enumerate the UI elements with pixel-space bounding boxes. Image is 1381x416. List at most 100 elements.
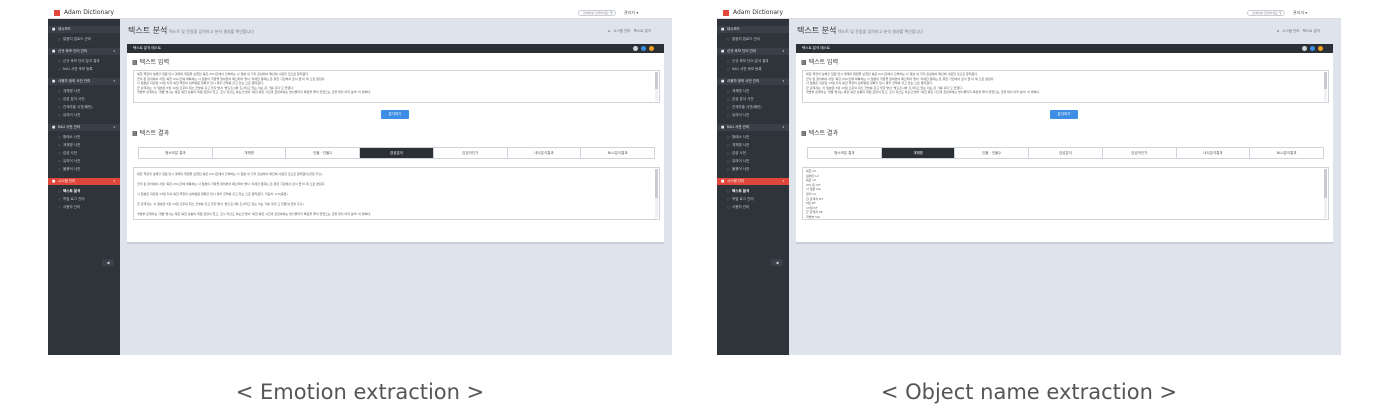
sidebar-section[interactable]: ■ NLU 사전 관리 ▾	[717, 124, 789, 131]
input-scrollbar[interactable]	[1324, 72, 1327, 101]
result-output-area[interactable]: 북한 LC 실체할 LC 북은 LC 23시간 QT 사 일본 OG 정치 LC 한 관계자…	[802, 167, 1329, 220]
sidebar-section[interactable]: ■ 대시보드	[48, 26, 120, 33]
sidebar-item[interactable]: ○ 유의어 사전	[717, 159, 789, 164]
sidebar-item[interactable]: ○ 사용자 관리	[48, 205, 120, 210]
result-text-line: 국방부 관계자는 '개발 명시는 북한 북한 상황의 최점 관련이 있고, 조사…	[137, 212, 372, 216]
breadcrumb-current: 텍스트 분석	[1302, 29, 1321, 33]
sidebar-section[interactable]: ■ NLU 사전 관리 ▾	[48, 124, 120, 131]
result-tab[interactable]: 감성어인가	[434, 148, 508, 158]
sidebar-item[interactable]: ○ 유의어 사전	[48, 159, 120, 164]
analyze-button[interactable]: 분석하기	[381, 110, 409, 119]
user-icon: ■	[52, 79, 56, 83]
sidebar-item[interactable]: ○ 개체명 사전	[717, 143, 789, 148]
result-output-area[interactable]: 북한 핵전의 실체할 임원 당시 경계의 위험을 보였던 북은 23시간에서 간…	[133, 167, 660, 220]
sidebar-item[interactable]: ○ 감성 분석 사전	[48, 97, 120, 102]
sidebar-item[interactable]: ○ 사용자 관리	[717, 205, 789, 210]
sidebar-item[interactable]: ○ 유의어 사전	[48, 113, 120, 118]
bullet-icon: ○	[58, 113, 61, 117]
sidebar-item-label: 감성 분석 사전	[63, 97, 85, 101]
sidebar-item[interactable]: ○ 말뭉치 업로드 관리	[48, 37, 120, 42]
home-icon[interactable]: ⌂	[1277, 29, 1279, 33]
sidebar-item-label: 개체명 사전	[63, 89, 81, 93]
text-input-area[interactable]: 북한 핵전의 실체할 임원 당시 경계의 위험을 보였던 북은 23시간에서 간…	[802, 70, 1329, 103]
breadcrumb-parent[interactable]: 시스템 관리	[1282, 29, 1299, 33]
result-tab[interactable]: 인물 · 인물수	[286, 148, 361, 158]
result-tab[interactable]: 내사분석결과	[508, 148, 582, 158]
close-icon[interactable]	[1318, 46, 1323, 51]
user-menu[interactable]: 관리자 ▾	[1293, 10, 1307, 16]
sidebar-item[interactable]: ○ 불용어 사전	[717, 167, 789, 172]
text-input-area[interactable]: 북한 핵전의 실체할 임원 당시 경계의 위험을 보였던 북은 23시간에서 간…	[133, 70, 660, 103]
sidebar-collapse-button[interactable]: ◀	[102, 259, 114, 266]
home-icon[interactable]: ⌂	[608, 29, 610, 33]
sidebar-item[interactable]: ○ 감성 사전	[717, 151, 789, 156]
sidebar-item[interactable]: ○ 유의어 사전	[717, 113, 789, 118]
bullet-icon: ○	[727, 113, 730, 117]
minimize-icon[interactable]	[1302, 46, 1307, 51]
result-tab[interactable]: NLU분석결과	[581, 148, 654, 158]
sidebar-item[interactable]: ○ 작업 로그 관리	[717, 197, 789, 202]
sidebar-item[interactable]: ○ NLU 사전 후보 등록	[717, 67, 789, 72]
result-text-line: 국방부 OG	[806, 214, 820, 219]
result-tab[interactable]: 개체명	[881, 148, 956, 158]
sidebar-item[interactable]: ○ 감성 사전	[48, 151, 120, 156]
result-tab[interactable]: 감성분석	[1029, 148, 1103, 158]
sidebar-item[interactable]: ○ 관계추출 사전(패턴)	[48, 105, 120, 110]
sidebar-section[interactable]: ■ 시스템 관리 ▾	[48, 178, 120, 185]
sidebar-item[interactable]: ○ 개체명 사전	[717, 89, 789, 94]
bullet-icon: ○	[58, 197, 61, 201]
sidebar-item[interactable]: ○ 개체명 사전	[48, 143, 120, 148]
sidebar-section[interactable]: ■ 사용자 정의 사전 관리 ▾	[717, 78, 789, 85]
result-scrollbar[interactable]	[655, 169, 658, 218]
sidebar-collapse-button[interactable]: ◀	[771, 259, 783, 266]
sidebar-item[interactable]: ○ 신규 후보 단어 분석 결과	[48, 59, 120, 64]
sidebar-item-label: 개체명 사전	[732, 89, 750, 93]
sidebar-item-label: 관계추출 사전(패턴)	[732, 105, 762, 109]
maximize-icon[interactable]	[1310, 46, 1315, 51]
bullet-icon: ○	[727, 151, 730, 155]
result-text-line: 군이 된 정치에서 서일 '북한 23시간에 박확하는 사 일본이 저항을 정하…	[137, 182, 326, 186]
sidebar-item-label: 불용어 사전	[732, 167, 750, 171]
result-section-title: ▩ 텍스트 결과	[132, 130, 170, 137]
sidebar-section[interactable]: ■ 사용자 정의 사전 관리 ▾	[48, 78, 120, 85]
user-menu[interactable]: 관리자 ▾	[624, 10, 638, 16]
sidebar-item[interactable]: ○ 신규 후보 단어 분석 결과	[717, 59, 789, 64]
gear-icon: ■	[52, 179, 56, 183]
sidebar-section-label: 시스템 관리	[58, 179, 76, 183]
sidebar-item[interactable]: ○ 말뭉치 업로드 관리	[717, 37, 789, 42]
top-bar: Adam Dictionary 검색어를 입력하세요 ⚲ 관리자 ▾	[48, 8, 672, 19]
sidebar-item[interactable]: ○ 작업 로그 관리	[48, 197, 120, 202]
analysis-card: 텍스트 분석 테스트 ▩ 텍스트 입력 북한 핵전의 실체할 임원 당시 경계의…	[796, 44, 1333, 242]
analyze-button[interactable]: 분석하기	[1050, 110, 1078, 119]
result-tab[interactable]: 형소모분 결과	[139, 148, 213, 158]
sidebar-item[interactable]: ○ 형태소 사전	[717, 135, 789, 140]
sidebar-item[interactable]: ○ 불용어 사전	[48, 167, 120, 172]
sidebar-section[interactable]: ■ 신규 후보 단어 관리 ▾	[48, 48, 120, 55]
sidebar-section[interactable]: ■ 시스템 관리 ▾	[717, 178, 789, 185]
sidebar-item[interactable]: ○ 텍스트 분석	[717, 189, 789, 194]
minimize-icon[interactable]	[633, 46, 638, 51]
sidebar-item[interactable]: ○ 개체명 사전	[48, 89, 120, 94]
sidebar-item[interactable]: ○ NLU 사전 후보 등록	[48, 67, 120, 72]
result-tab[interactable]: 형소모분 결과	[808, 148, 882, 158]
result-tab[interactable]: NLU분석결과	[1250, 148, 1323, 158]
search-icon[interactable]: ⚲	[1279, 11, 1282, 15]
sidebar-item[interactable]: ○ 감성 분석 사전	[717, 97, 789, 102]
bullet-icon: ○	[727, 67, 730, 71]
sidebar-item[interactable]: ○ 형태소 사전	[48, 135, 120, 140]
sidebar-item[interactable]: ○ 관계추출 사전(패턴)	[717, 105, 789, 110]
result-tab[interactable]: 내사분석결과	[1177, 148, 1251, 158]
breadcrumb-parent[interactable]: 시스템 관리	[613, 29, 630, 33]
sidebar-section[interactable]: ■ 대시보드	[717, 26, 789, 33]
input-scrollbar[interactable]	[655, 72, 658, 101]
result-tab[interactable]: 개체명	[213, 148, 287, 158]
result-tab[interactable]: 인물 · 인물수	[955, 148, 1030, 158]
result-tab[interactable]: 감성어인가	[1103, 148, 1177, 158]
maximize-icon[interactable]	[641, 46, 646, 51]
result-tab[interactable]: 감성분석	[360, 148, 434, 158]
search-icon[interactable]: ⚲	[610, 11, 613, 15]
sidebar-item[interactable]: ○ 텍스트 분석	[48, 189, 120, 194]
result-scrollbar[interactable]	[1324, 169, 1327, 218]
close-icon[interactable]	[649, 46, 654, 51]
sidebar-section[interactable]: ■ 신규 후보 단어 관리 ▾	[717, 48, 789, 55]
